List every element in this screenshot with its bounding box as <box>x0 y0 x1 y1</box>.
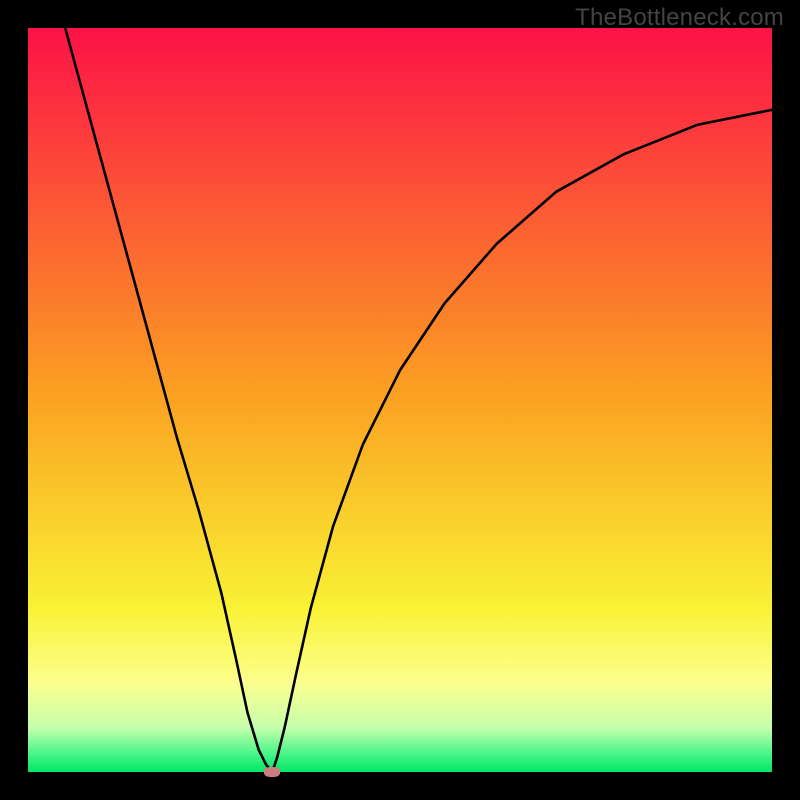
watermark-text: TheBottleneck.com <box>575 4 784 32</box>
optimum-marker <box>264 767 280 777</box>
chart-frame: TheBottleneck.com <box>0 0 800 800</box>
chart-svg <box>28 28 772 772</box>
chart-plot-area <box>28 28 772 772</box>
